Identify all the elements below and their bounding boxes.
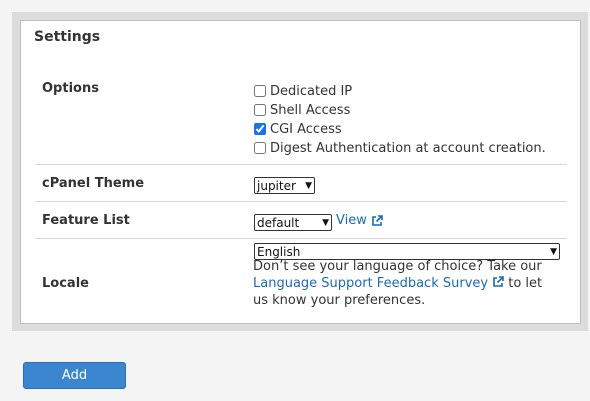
cgi-access-label: CGI Access <box>270 121 342 137</box>
shell-access-checkbox[interactable] <box>254 104 266 116</box>
feature-list-label: Feature List <box>42 213 130 228</box>
chevron-down-icon: ▼ <box>322 217 329 228</box>
panel-title: Settings <box>34 29 101 45</box>
shell-access-option[interactable]: Shell Access <box>254 101 350 119</box>
language-survey-link[interactable]: Language Support Feedback Survey <box>253 276 504 291</box>
language-survey-link-label: Language Support Feedback Survey <box>253 276 489 291</box>
theme-select[interactable]: jupiter ▼ <box>254 177 315 194</box>
digest-auth-label: Digest Authentication at account creatio… <box>270 140 546 156</box>
chevron-down-icon: ▼ <box>305 180 312 191</box>
feature-list-select-value: default <box>257 215 300 230</box>
divider <box>35 164 567 165</box>
chevron-down-icon: ▼ <box>550 246 557 257</box>
locale-help-text: Don’t see your language of choice? Take … <box>253 258 553 309</box>
locale-label: Locale <box>42 276 89 291</box>
add-button[interactable]: Add <box>23 362 126 389</box>
dedicated-ip-checkbox[interactable] <box>254 85 266 97</box>
locale-help-before: Don’t see your language of choice? Take … <box>253 259 542 274</box>
external-link-icon <box>372 214 383 226</box>
divider <box>35 238 567 239</box>
cgi-access-checkbox[interactable] <box>254 123 266 135</box>
divider <box>35 201 567 202</box>
digest-auth-option[interactable]: Digest Authentication at account creatio… <box>254 139 546 157</box>
dedicated-ip-label: Dedicated IP <box>270 83 353 99</box>
locale-select-value: English <box>257 244 301 259</box>
view-feature-list-link[interactable]: View <box>336 213 383 228</box>
theme-label: cPanel Theme <box>42 176 145 191</box>
feature-list-select[interactable]: default ▼ <box>254 214 332 231</box>
view-link-label: View <box>336 213 367 228</box>
theme-select-value: jupiter <box>257 178 296 193</box>
external-link-icon <box>493 276 504 287</box>
dedicated-ip-option[interactable]: Dedicated IP <box>254 82 352 100</box>
digest-auth-checkbox[interactable] <box>254 142 266 154</box>
cgi-access-option[interactable]: CGI Access <box>254 120 342 138</box>
options-label: Options <box>42 81 99 96</box>
shell-access-label: Shell Access <box>270 102 351 118</box>
